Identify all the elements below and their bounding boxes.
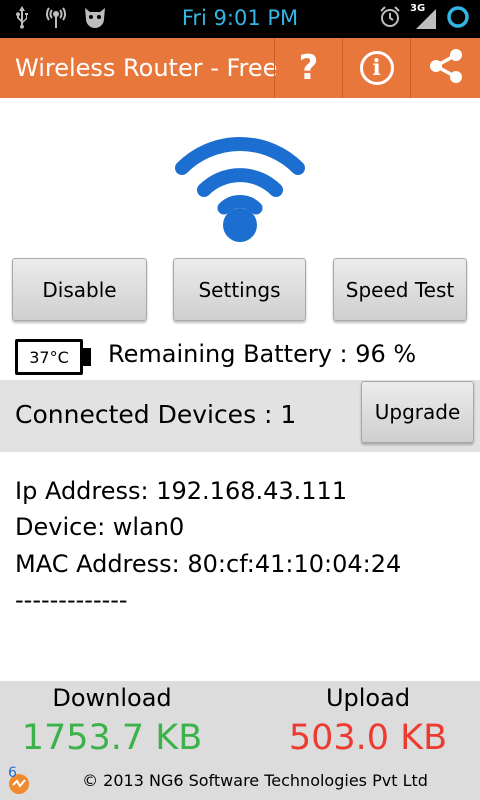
help-button[interactable]: ?: [274, 38, 342, 98]
connected-devices-count: Connected Devices : 1: [15, 400, 297, 429]
speed-test-button[interactable]: Speed Test: [333, 258, 467, 321]
battery-icon: 37°C: [15, 339, 92, 375]
status-bar: Fri 9:01 PM 3G: [0, 0, 480, 38]
device-mac-address: MAC Address: 80:cf:41:10:04:24: [15, 550, 402, 578]
device-ip-address: Ip Address: 192.168.43.111: [15, 477, 348, 505]
download-label: Download: [52, 684, 172, 712]
battery-tip: [83, 348, 91, 366]
share-icon: [427, 48, 465, 88]
info-button[interactable]: i: [342, 38, 410, 98]
help-icon: ?: [298, 48, 319, 88]
info-icon: i: [359, 51, 394, 85]
battery-temperature: 37°C: [15, 339, 83, 375]
remaining-battery-text: Remaining Battery : 96 %: [108, 340, 417, 368]
copyright-text: © 2013 NG6 Software Technologies Pvt Ltd: [82, 771, 428, 790]
action-bar: Wireless Router - Free ? i: [0, 38, 480, 98]
connected-devices-bar: Connected Devices : 1 Upgrade: [0, 380, 480, 452]
device-interface: Device: wlan0: [15, 513, 185, 541]
wifi-icon: [172, 128, 308, 246]
network-type-label: 3G: [410, 3, 426, 14]
upgrade-button[interactable]: Upgrade: [361, 381, 474, 443]
traffic-footer: Download 1753.7 KB Upload 503.0 KB 6 © 2…: [0, 681, 480, 800]
status-right-icons: 3G: [378, 3, 470, 33]
disable-button[interactable]: Disable: [12, 258, 147, 321]
signal-3g-icon: 3G: [410, 3, 438, 31]
settings-button[interactable]: Settings: [173, 258, 306, 321]
share-button[interactable]: [410, 38, 480, 98]
device-separator: -------------: [15, 586, 128, 614]
alarm-icon: [378, 5, 402, 33]
battery-ring-icon: [446, 5, 470, 33]
upload-label: Upload: [325, 684, 411, 712]
upload-value: 503.0 KB: [288, 718, 448, 758]
app-title: Wireless Router - Free: [15, 54, 278, 82]
download-value: 1753.7 KB: [21, 718, 203, 758]
